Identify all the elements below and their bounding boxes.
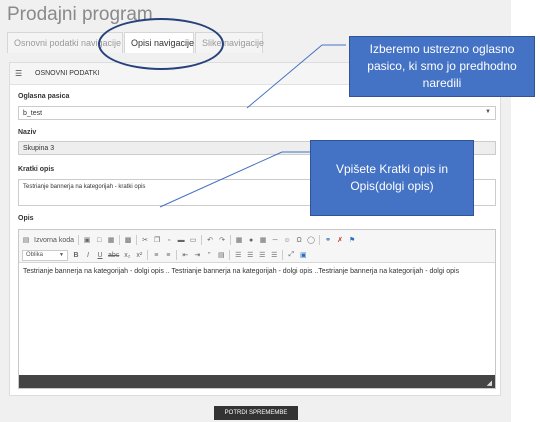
paste-word-icon[interactable]: ▭ <box>189 236 197 244</box>
editor-content[interactable]: Testrianje bannerja na kategorijah - dol… <box>19 264 495 377</box>
source-code-icon: ▤ <box>22 237 30 244</box>
horizontal-line-icon[interactable]: ─ <box>271 237 279 244</box>
resize-handle-icon[interactable]: ◢ <box>487 379 492 387</box>
basic-data-card: ☰ OSNOVNI PODATKI Oglasna pasica b_test … <box>9 62 501 396</box>
oglasna-pasica-select[interactable]: b_test ▼ <box>18 106 496 120</box>
card-header-label: OSNOVNI PODATKI <box>35 70 100 77</box>
align-center-icon[interactable]: ☰ <box>246 251 254 259</box>
subscript-icon[interactable]: x₂ <box>123 252 131 259</box>
copy-icon[interactable]: ❐ <box>153 236 161 244</box>
naziv-label: Naziv <box>18 129 37 136</box>
kratki-opis-value: Testrianje bannerja na kategorijah - kra… <box>23 184 146 190</box>
link-icon[interactable]: ⚭ <box>324 236 332 244</box>
screenshot: Prodajni program Osnovni podatki navigac… <box>0 0 540 422</box>
kratki-opis-label: Kratki opis <box>18 166 55 173</box>
divider <box>136 235 138 245</box>
oglasna-pasica-value: b_test <box>23 110 43 117</box>
tab-highlight-oval <box>98 18 224 70</box>
blockquote-icon[interactable]: ” <box>205 252 213 259</box>
preview-icon[interactable]: ▦ <box>107 236 115 244</box>
divider <box>119 235 121 245</box>
undo-icon[interactable]: ↶ <box>206 236 214 244</box>
divider <box>201 235 203 245</box>
table-icon[interactable]: ▦ <box>259 236 267 244</box>
iframe-icon[interactable]: ◯ <box>307 236 315 244</box>
source-code-button[interactable]: Izvorna koda <box>34 237 74 244</box>
editor-footer: ◢ <box>19 375 495 388</box>
rich-text-editor: ▤ Izvorna koda ▣ □ ▦ ▩ ✂ ❐ ▫ ▬ ▭ ↶ ↷ ▦ ●… <box>18 229 496 389</box>
divider <box>319 235 321 245</box>
callout-oglasna-pasica: Izberemo ustrezno oglasno pasico, ki smo… <box>349 36 535 97</box>
strikethrough-icon[interactable]: abc <box>108 252 119 259</box>
superscript-icon[interactable]: x² <box>135 252 143 259</box>
special-char-icon[interactable]: Ω <box>295 237 303 244</box>
image-icon[interactable]: ▦ <box>235 236 243 244</box>
paste-text-icon[interactable]: ▬ <box>177 237 185 244</box>
divider <box>147 250 149 260</box>
underline-icon[interactable]: U <box>96 252 104 259</box>
save-icon[interactable]: ▣ <box>83 236 91 244</box>
div-container-icon[interactable]: ▤ <box>217 251 225 259</box>
format-select[interactable]: Oblika ▼ <box>22 249 68 261</box>
maximize-icon[interactable]: ⤢ <box>287 251 295 259</box>
show-blocks-icon[interactable]: ▣ <box>299 251 307 259</box>
opis-label: Opis <box>18 215 34 222</box>
divider <box>176 250 178 260</box>
chevron-down-icon: ▼ <box>59 251 64 258</box>
new-page-icon[interactable]: □ <box>95 237 103 244</box>
toolbar-row-1: ▤ Izvorna koda ▣ □ ▦ ▩ ✂ ❐ ▫ ▬ ▭ ↶ ↷ ▦ ●… <box>22 233 356 247</box>
callout-opis: Vpišete Kratki opis in Opis(dolgi opis) <box>310 140 474 216</box>
align-left-icon[interactable]: ☰ <box>234 251 242 259</box>
smiley-icon[interactable]: ☺ <box>283 237 291 244</box>
numbered-list-icon[interactable]: ≡ <box>152 252 160 259</box>
divider <box>78 235 80 245</box>
paste-icon[interactable]: ▫ <box>165 237 173 244</box>
format-select-value: Oblika <box>26 251 44 258</box>
chevron-down-icon: ▼ <box>485 109 491 115</box>
justify-icon[interactable]: ☰ <box>270 251 278 259</box>
templates-icon[interactable]: ▩ <box>124 236 132 244</box>
indent-icon[interactable]: ⇥ <box>193 251 201 259</box>
redo-icon[interactable]: ↷ <box>218 236 226 244</box>
outdent-icon[interactable]: ⇤ <box>181 251 189 259</box>
naziv-value: Skupina 3 <box>23 145 55 152</box>
divider <box>229 250 231 260</box>
toolbar-row-2: Oblika ▼ B I U abc x₂ x² ≡ ≡ ⇤ ⇥ ” ▤ ☰ ☰… <box>22 248 307 262</box>
divider <box>230 235 232 245</box>
unlink-icon[interactable]: ✗ <box>336 236 344 244</box>
oglasna-pasica-label: Oglasna pasica <box>18 93 70 100</box>
anchor-icon[interactable]: ⚑ <box>348 236 356 244</box>
flash-icon[interactable]: ● <box>247 237 255 244</box>
save-changes-button[interactable]: POTRDI SPREMEMBE <box>214 406 298 420</box>
editor-toolbar: ▤ Izvorna koda ▣ □ ▦ ▩ ✂ ❐ ▫ ▬ ▭ ↶ ↷ ▦ ●… <box>19 230 495 263</box>
align-right-icon[interactable]: ☰ <box>258 251 266 259</box>
divider <box>282 250 284 260</box>
cut-icon[interactable]: ✂ <box>141 236 149 244</box>
bulleted-list-icon[interactable]: ≡ <box>164 252 172 259</box>
bold-icon[interactable]: B <box>72 252 80 259</box>
list-icon: ☰ <box>15 69 23 78</box>
italic-icon[interactable]: I <box>84 252 92 259</box>
